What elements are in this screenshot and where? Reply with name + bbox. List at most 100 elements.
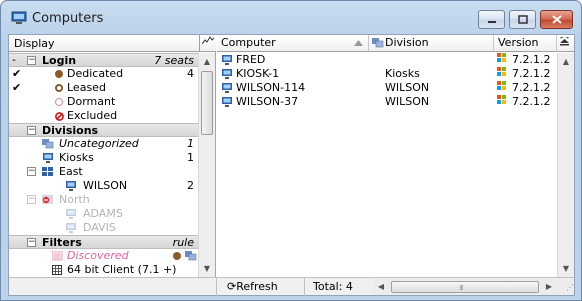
scroll-down-icon[interactable]: ▼	[199, 260, 215, 277]
tree-item-kiosks[interactable]: Kiosks 1	[9, 151, 198, 165]
close-button[interactable]	[540, 10, 573, 29]
client-area: Display - − Login 7 seats ✔ Dedicated 4	[8, 34, 575, 296]
collapse-icon[interactable]: −	[27, 126, 36, 135]
blocked-group-icon	[42, 195, 53, 204]
sparkline-icon	[201, 36, 215, 45]
tree-item-discovered[interactable]: Discovered	[9, 249, 198, 263]
cell-computer: WILSON-37	[236, 95, 299, 108]
tree-item-count: 1	[187, 137, 194, 150]
total-label: Total: 4	[313, 280, 353, 293]
minimize-icon	[487, 20, 496, 23]
computer-icon	[66, 223, 76, 233]
tree-item-adams[interactable]: ADAMS	[9, 207, 198, 221]
group-filters[interactable]: − Filters rule	[9, 235, 198, 249]
tree-item-leased[interactable]: ✔ Leased	[9, 81, 198, 95]
group-meta: rule	[172, 236, 194, 249]
computer-icon	[222, 69, 232, 79]
tree-item-davis[interactable]: DAVIS	[9, 221, 198, 235]
display-vertical-scrollbar[interactable]: ▲ ▼	[198, 53, 215, 277]
maximize-icon	[517, 15, 528, 24]
status-left-blank	[9, 278, 217, 296]
ring-dot-icon	[55, 98, 63, 106]
table-row[interactable]: KIOSK-1 Kiosks 7.2.1.2	[217, 67, 557, 81]
title-bar[interactable]: Computers	[1, 1, 581, 33]
collapse-icon[interactable]: −	[27, 167, 36, 176]
checkmark-icon: ✔	[12, 67, 22, 80]
tree-item-label: Dormant	[67, 95, 116, 108]
column-header-version[interactable]: Version	[494, 35, 557, 52]
cell-computer: FRED	[236, 53, 266, 66]
collapse-icon[interactable]: −	[27, 195, 36, 204]
collapse-icon[interactable]: −	[27, 56, 36, 65]
table-row[interactable]: FRED 7.2.1.2	[217, 53, 557, 67]
table-horizontal-scrollbar[interactable]: ◀ ⁞⁞⁞ ▶ ⋰	[373, 279, 574, 295]
window-title: Computers	[32, 11, 104, 26]
display-pane: Display - − Login 7 seats ✔ Dedicated 4	[9, 35, 216, 295]
column-header-label: Computer	[221, 36, 276, 49]
cell-version: 7.2.1.2	[512, 67, 551, 80]
computer-icon	[222, 97, 232, 107]
column-header-label: Version	[498, 36, 539, 49]
computer-icon	[222, 55, 232, 65]
scroll-down-icon[interactable]: ▼	[558, 260, 574, 277]
refresh-label: Refresh	[236, 280, 278, 293]
chart-toggle-button[interactable]	[199, 35, 216, 52]
cell-computer: KIOSK-1	[236, 67, 280, 80]
cell-computer: WILSON-114	[236, 81, 306, 94]
group-login[interactable]: - − Login 7 seats	[9, 53, 198, 67]
column-chooser-button[interactable]	[557, 35, 574, 52]
computer-icon	[66, 209, 76, 219]
tree-item-count: 1	[187, 151, 194, 164]
column-header-computer[interactable]: Computer	[217, 35, 369, 52]
tree-item-label: Kiosks	[59, 151, 94, 164]
tree-item-dormant[interactable]: Dormant	[9, 95, 198, 109]
tree-item-label: Discovered	[67, 249, 129, 262]
tree-item-label: North	[59, 193, 90, 206]
minimize-button[interactable]	[478, 10, 505, 29]
computer-icon	[43, 153, 53, 163]
scroll-thumb[interactable]	[391, 281, 539, 293]
cell-division: WILSON	[385, 81, 430, 94]
group-label: Divisions	[42, 124, 99, 137]
refresh-button[interactable]: ⟳Refresh	[217, 278, 305, 296]
table-row[interactable]: WILSON-37 WILSON 7.2.1.2	[217, 95, 557, 109]
scroll-up-icon[interactable]: ▲	[199, 53, 215, 70]
scroll-left-icon[interactable]: ◀	[373, 279, 389, 295]
tree-item-excluded[interactable]: Excluded	[9, 109, 198, 123]
filled-dot-icon	[173, 252, 181, 260]
cell-version: 7.2.1.2	[512, 95, 551, 108]
column-header-division[interactable]: Division	[369, 35, 494, 52]
table-vertical-scrollbar[interactable]: ▲ ▼	[557, 53, 574, 277]
windows-logo-icon	[497, 95, 507, 105]
tree-item-label: Leased	[67, 81, 106, 94]
tree-item-dedicated[interactable]: ✔ Dedicated 4	[9, 67, 198, 81]
tree-item-north[interactable]: − North	[9, 193, 198, 207]
computer-icon	[222, 83, 232, 93]
scroll-right-icon[interactable]: ▶	[541, 279, 557, 295]
group-divisions[interactable]: − Divisions	[9, 123, 198, 137]
scroll-up-icon[interactable]: ▲	[558, 53, 574, 70]
tree-item-uncategorized[interactable]: Uncategorized 1	[9, 137, 198, 151]
tree-item-count: 4	[187, 67, 194, 80]
computers-icon	[42, 139, 54, 149]
table-icon	[52, 265, 62, 275]
close-icon	[551, 15, 562, 24]
cell-version: 7.2.1.2	[512, 53, 551, 66]
maximize-button[interactable]	[509, 10, 536, 29]
tree-item-64bit[interactable]: 64 bit Client (7.1 +)	[9, 263, 198, 277]
tree-item-east[interactable]: − East	[9, 165, 198, 179]
computers-table: Computer Division Version FRED 7.2.1.2 KIO…	[217, 35, 574, 295]
group-meta: 7 seats	[154, 54, 194, 67]
tree-item-label: Uncategorized	[59, 137, 139, 150]
tree-item-label: Excluded	[67, 109, 118, 122]
tree-item-label: East	[59, 165, 83, 178]
sort-ascending-icon	[354, 40, 363, 46]
table-row[interactable]: WILSON-114 WILSON 7.2.1.2	[217, 81, 557, 95]
refresh-icon: ⟳	[227, 280, 237, 293]
collapse-icon[interactable]: −	[27, 238, 36, 247]
computers-icon	[372, 38, 384, 48]
tree-item-wilson[interactable]: WILSON 2	[9, 179, 198, 193]
resize-grip-icon[interactable]: ⋰	[559, 279, 574, 295]
scroll-thumb[interactable]	[201, 71, 213, 135]
display-header-label: Display	[14, 37, 55, 50]
